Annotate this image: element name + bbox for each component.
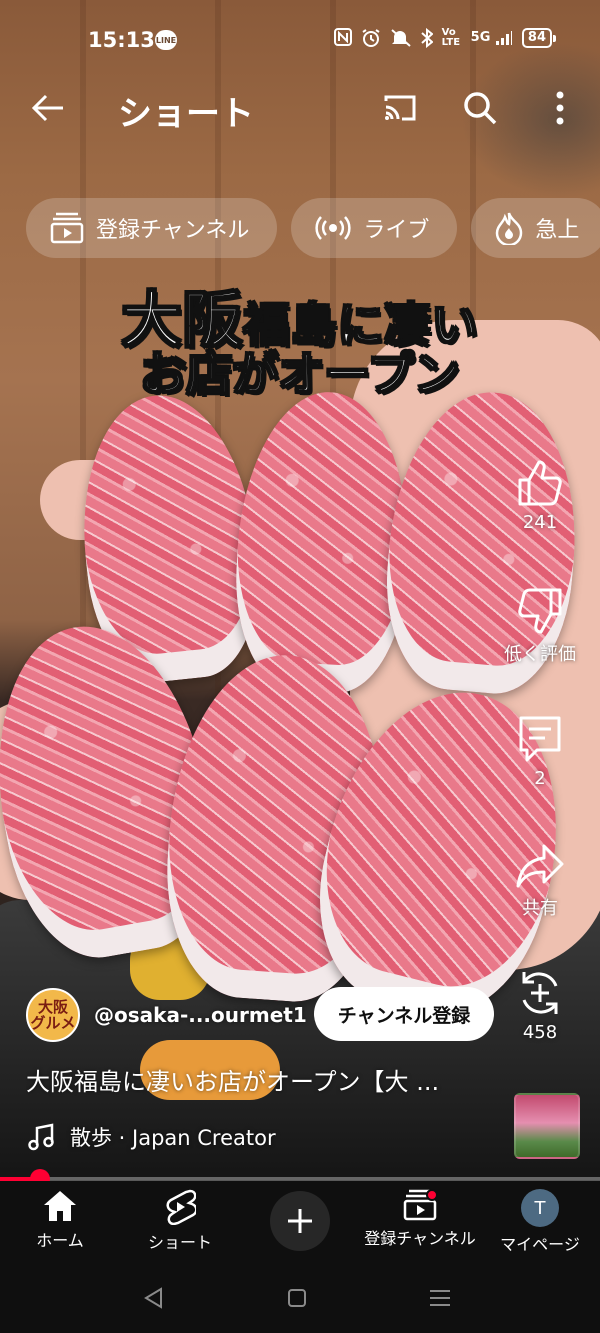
- notification-dot: [426, 1189, 438, 1201]
- comments-button[interactable]: 2: [508, 714, 572, 789]
- plus-icon: [288, 1209, 312, 1233]
- nav-label: 登録チャンネル: [364, 1229, 476, 1248]
- thumbs-down-icon: [518, 588, 562, 634]
- chip-label: 登録チャンネル: [96, 218, 250, 243]
- subscriptions-icon: [50, 212, 84, 244]
- subscribe-button[interactable]: チャンネル登録: [314, 987, 494, 1041]
- chip-trending[interactable]: 急上: [471, 198, 600, 258]
- video-title[interactable]: 大阪福島に凄いお店がオープン【大 ...: [26, 1062, 496, 1097]
- share-button[interactable]: 共有: [508, 842, 572, 920]
- remix-icon: [522, 972, 558, 1014]
- chip-subscriptions[interactable]: 登録チャンネル: [26, 198, 278, 258]
- filter-chips: 登録チャンネル ライブ 急上: [26, 198, 600, 258]
- trending-icon: [496, 212, 523, 245]
- live-icon: [315, 216, 351, 240]
- nav-label: ショート: [147, 1233, 212, 1252]
- search-icon: [464, 92, 497, 125]
- more-vert-icon: [556, 91, 564, 125]
- more-options-button[interactable]: [538, 86, 582, 130]
- chip-label: ライブ: [363, 218, 430, 243]
- cast-icon: [384, 95, 416, 121]
- system-back-button[interactable]: [138, 1283, 168, 1313]
- chip-live[interactable]: ライブ: [291, 198, 458, 258]
- network-icon: 5G: [471, 28, 513, 48]
- nav-label: ホーム: [36, 1231, 84, 1250]
- remix-count: 458: [522, 1022, 558, 1043]
- channel-avatar[interactable]: 大阪 グルメ: [26, 988, 80, 1042]
- status-bar: 15:13 LINE Vo LTE 5G 84: [0, 0, 600, 80]
- system-recents-button[interactable]: [425, 1283, 455, 1313]
- nav-shorts[interactable]: ショート: [120, 1189, 240, 1253]
- dislike-button[interactable]: 低く評価: [504, 586, 576, 666]
- system-navigation-bar: [0, 1261, 600, 1333]
- share-icon: [516, 844, 564, 888]
- like-button[interactable]: 241: [508, 458, 572, 533]
- volte-icon: Vo LTE: [441, 27, 461, 48]
- channel-info[interactable]: 大阪 グルメ @osaka-...ourmet1: [26, 988, 307, 1042]
- status-icons: Vo LTE 5G 84: [333, 27, 557, 49]
- home-icon: [44, 1191, 76, 1221]
- nav-you[interactable]: T マイページ: [480, 1189, 600, 1255]
- triangle-back-icon: [144, 1287, 162, 1309]
- line-app-icon: LINE: [155, 30, 177, 50]
- status-time: 15:13: [88, 28, 155, 52]
- thumbs-up-icon: [518, 460, 562, 506]
- music-info[interactable]: 散歩 · Japan Creator: [28, 1122, 276, 1152]
- video-caption-line2: お店がオープン: [139, 346, 460, 402]
- top-app-bar: ショート: [0, 80, 600, 136]
- bluetooth-icon: [420, 27, 434, 49]
- nav-label: マイページ: [500, 1235, 580, 1254]
- like-count: 241: [522, 512, 558, 533]
- chip-label: 急上: [535, 218, 580, 243]
- music-note-icon: [28, 1123, 54, 1151]
- shorts-icon: [166, 1189, 196, 1225]
- avatar-text: グルメ: [30, 1014, 76, 1032]
- system-home-button[interactable]: [282, 1283, 312, 1313]
- bottom-navigation: ホーム ショート 登録チャンネル T マイページ: [0, 1181, 600, 1261]
- nfc-icon: [333, 28, 352, 48]
- remix-button[interactable]: 458: [508, 968, 572, 1043]
- share-label: 共有: [522, 898, 558, 919]
- page-title: ショート: [118, 94, 254, 134]
- nav-home[interactable]: ホーム: [0, 1189, 120, 1251]
- back-button[interactable]: [26, 86, 70, 130]
- comment-count: 2: [534, 768, 546, 789]
- dislike-label: 低く評価: [504, 644, 576, 665]
- nav-subscriptions[interactable]: 登録チャンネル: [360, 1189, 480, 1249]
- square-home-icon: [288, 1289, 306, 1307]
- alarm-icon: [361, 28, 381, 48]
- comment-icon: [519, 716, 561, 762]
- mute-icon: [390, 28, 412, 48]
- battery-indicator: 84: [521, 28, 557, 48]
- channel-handle[interactable]: @osaka-...ourmet1: [94, 1003, 307, 1027]
- profile-avatar: T: [521, 1189, 559, 1227]
- menu-lines-icon: [430, 1290, 450, 1306]
- create-button[interactable]: [270, 1191, 330, 1251]
- cast-button[interactable]: [378, 86, 422, 130]
- music-title: 散歩 · Japan Creator: [70, 1126, 276, 1150]
- music-thumbnail[interactable]: [514, 1093, 580, 1159]
- search-button[interactable]: [458, 86, 502, 130]
- back-arrow-icon: [31, 94, 63, 122]
